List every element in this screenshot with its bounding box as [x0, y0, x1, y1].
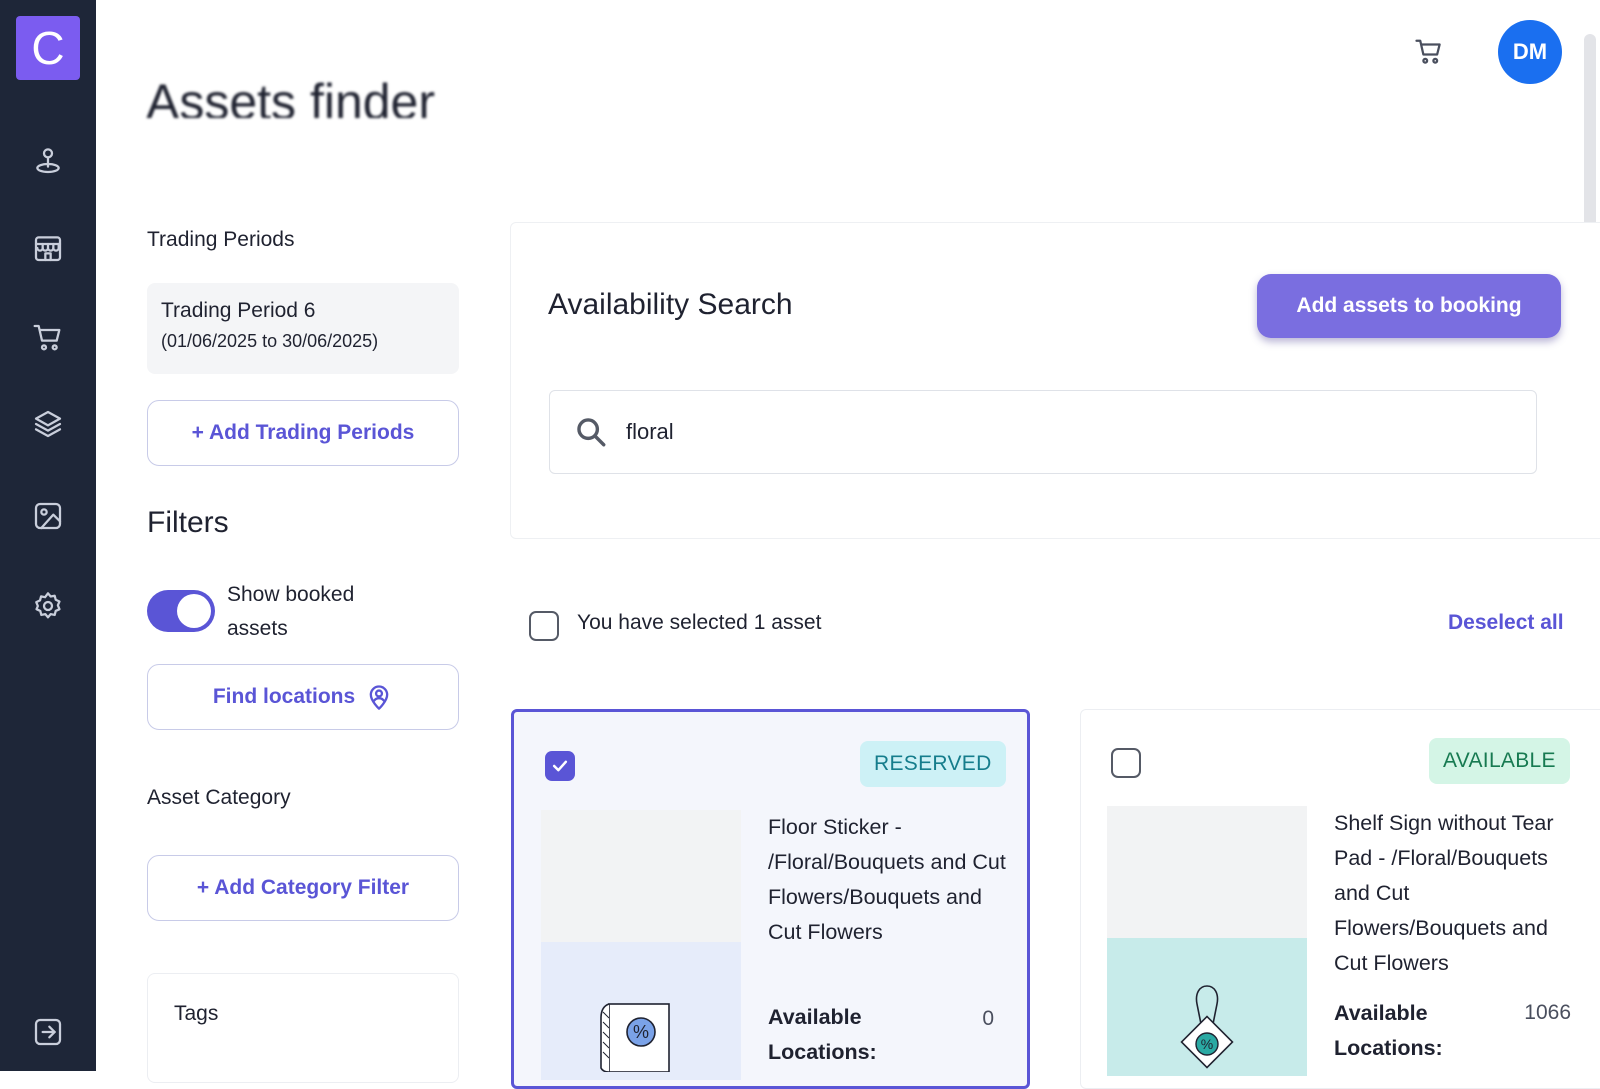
- location-pin-icon: [36, 148, 60, 174]
- layers-icon: [34, 410, 62, 438]
- check-icon: [552, 760, 568, 772]
- show-booked-toggle[interactable]: [147, 590, 215, 632]
- availability-search-panel: [510, 222, 1600, 539]
- tags-panel: Tags: [147, 973, 459, 1083]
- available-locations-count: 0: [982, 1007, 994, 1030]
- svg-text:%: %: [633, 1022, 649, 1042]
- page-title: Assets finder: [146, 74, 436, 118]
- floor-sticker-icon: %: [600, 1003, 670, 1072]
- trading-period-item[interactable]: Trading Period 6 (01/06/2025 to 30/06/20…: [147, 283, 459, 374]
- nav-layers-icon[interactable]: [28, 404, 68, 444]
- nav-images-icon[interactable]: [28, 496, 68, 536]
- tags-label: Tags: [174, 1002, 219, 1025]
- svg-text:%: %: [1201, 1036, 1213, 1052]
- asset-card[interactable]: AVAILABLE % Shelf Sign without Tear Pad …: [1080, 709, 1600, 1089]
- status-badge: AVAILABLE: [1429, 738, 1570, 784]
- find-locations-button[interactable]: Find locations: [147, 664, 459, 730]
- add-assets-to-booking-button[interactable]: Add assets to booking: [1257, 274, 1561, 338]
- available-locations-count: 1066: [1524, 1001, 1571, 1024]
- available-locations-label: Available Locations:: [768, 1005, 877, 1064]
- search-icon: [577, 418, 606, 447]
- add-category-filter-button[interactable]: + Add Category Filter: [147, 855, 459, 921]
- gear-icon: [35, 592, 61, 619]
- image-icon: [34, 502, 62, 530]
- trading-period-name: Trading Period 6: [161, 299, 316, 322]
- filters-heading: Filters: [147, 506, 229, 539]
- logout-button[interactable]: [28, 1012, 68, 1052]
- asset-thumbnail: %: [541, 810, 741, 1080]
- nav-stores-icon[interactable]: [28, 228, 68, 268]
- app-logo[interactable]: C: [16, 16, 80, 80]
- asset-checkbox-checked[interactable]: [545, 751, 575, 781]
- asset-checkbox-unchecked[interactable]: [1111, 748, 1141, 778]
- asset-title: Shelf Sign without Tear Pad - /Floral/Bo…: [1334, 811, 1554, 975]
- logout-icon: [34, 1018, 62, 1046]
- nav-settings-icon[interactable]: [28, 586, 68, 626]
- available-locations-label: Available Locations:: [1334, 1001, 1443, 1060]
- shelf-sign-icon: %: [1180, 985, 1234, 1069]
- nav-locations-icon[interactable]: [28, 140, 68, 180]
- search-field[interactable]: [549, 390, 1537, 474]
- trading-periods-label: Trading Periods: [147, 228, 295, 251]
- cart-icon: [33, 324, 61, 351]
- select-all-checkbox[interactable]: [529, 611, 559, 641]
- logo-letter: C: [31, 22, 65, 74]
- user-avatar[interactable]: DM: [1498, 20, 1562, 84]
- asset-thumbnail: %: [1107, 806, 1307, 1076]
- show-booked-label: Show booked assets: [227, 583, 355, 640]
- nav-cart-icon[interactable]: [28, 318, 68, 358]
- selection-summary: You have selected 1 asset: [577, 611, 822, 634]
- location-user-icon: [369, 685, 389, 710]
- header-cart-button[interactable]: [1410, 33, 1448, 71]
- status-badge: RESERVED: [860, 741, 1006, 787]
- asset-category-label: Asset Category: [147, 786, 291, 809]
- search-input[interactable]: [626, 419, 1506, 445]
- asset-card[interactable]: RESERVED % Floor Sticker - /Floral/Bouqu…: [511, 709, 1030, 1089]
- toggle-knob: [177, 594, 211, 628]
- cart-icon: [1415, 39, 1441, 64]
- deselect-all-link[interactable]: Deselect all: [1448, 611, 1564, 635]
- asset-title: Floor Sticker - /Floral/Bouquets and Cut…: [768, 815, 1006, 944]
- store-icon: [34, 236, 62, 262]
- trading-period-range: (01/06/2025 to 30/06/2025): [161, 331, 379, 351]
- sidebar: C: [0, 0, 96, 1071]
- add-trading-periods-button[interactable]: + Add Trading Periods: [147, 400, 459, 466]
- availability-search-heading: Availability Search: [548, 288, 793, 321]
